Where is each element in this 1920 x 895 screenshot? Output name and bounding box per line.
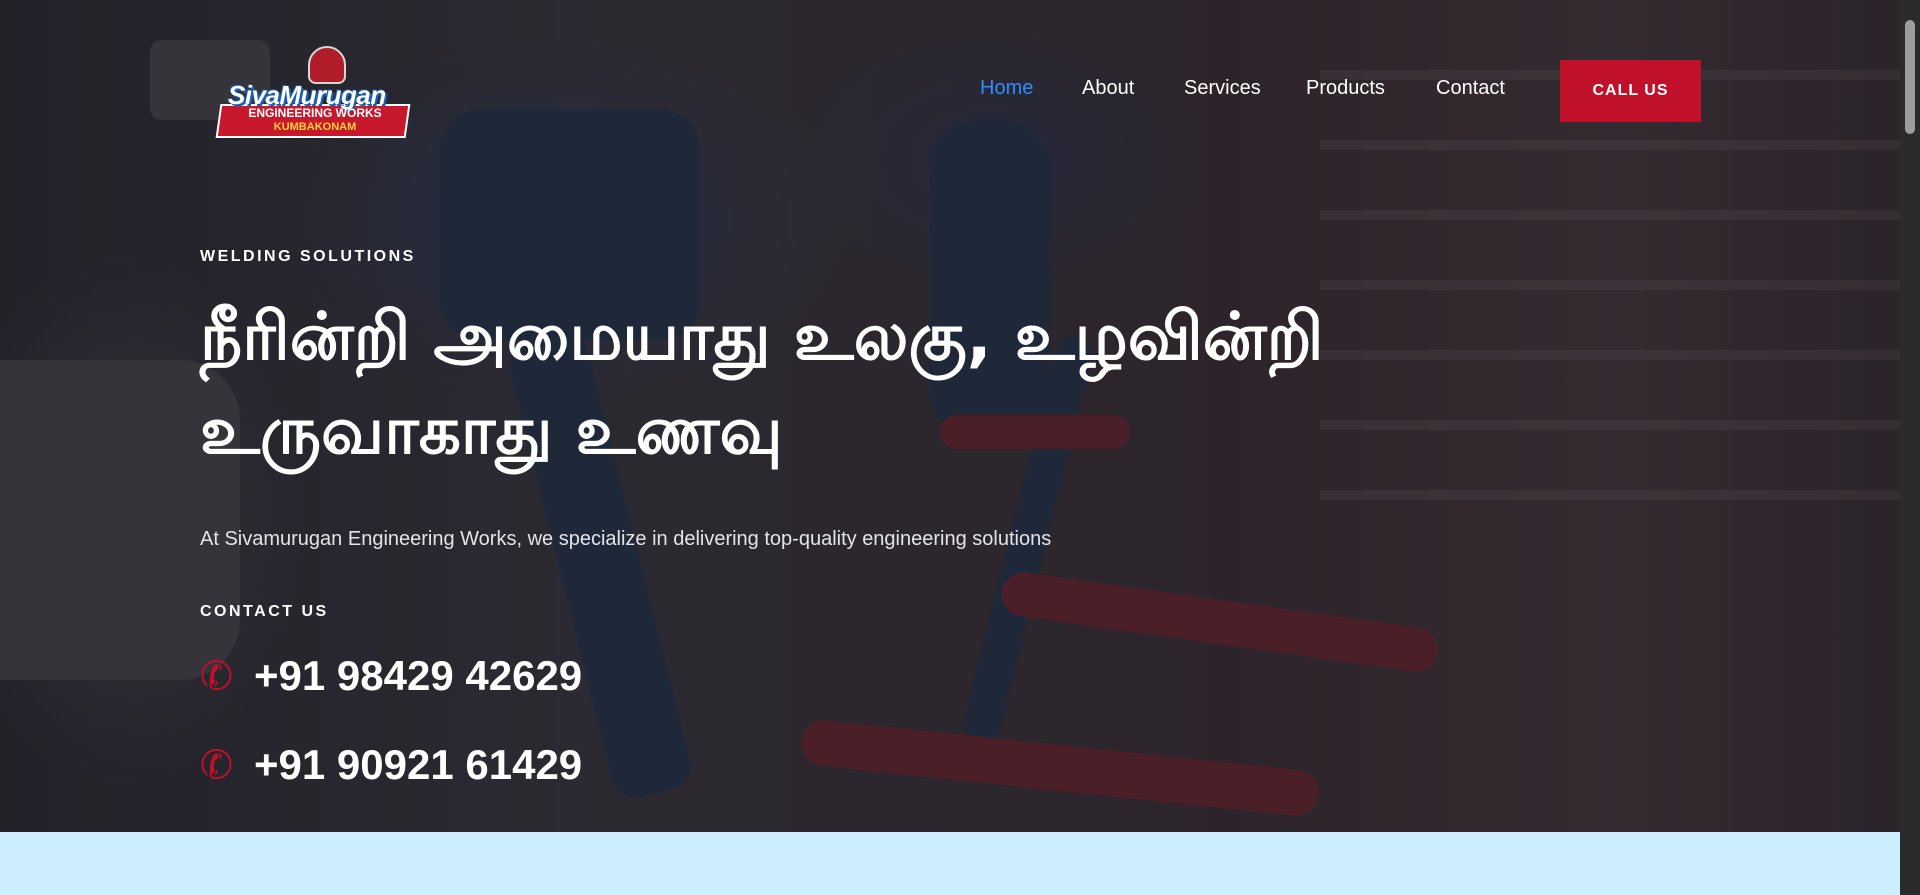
- scrollbar-thumb[interactable]: [1905, 20, 1915, 134]
- hero-headline: நீரின்றி அமையாது உலகு, உழவின்றி உருவாகாத…: [200, 298, 1324, 469]
- logo-location: KUMBAKONAM: [273, 121, 357, 133]
- contact-label: CONTACT US: [200, 603, 329, 620]
- phone-link-2[interactable]: ✆ +91 90921 61429: [196, 740, 582, 791]
- hero-subtitle: At Sivamurugan Engineering Works, we spe…: [200, 528, 1052, 550]
- call-us-button[interactable]: CALL US: [1560, 60, 1701, 122]
- phone-number[interactable]: +91 90921 61429: [254, 741, 582, 789]
- phone-icon: ✆: [196, 740, 238, 792]
- nav-contact[interactable]: Contact: [1436, 77, 1505, 100]
- nav-services[interactable]: Services: [1184, 77, 1261, 100]
- phone-link-1[interactable]: ✆ +91 98429 42629: [196, 651, 582, 702]
- page-scrollbar[interactable]: [1900, 0, 1920, 895]
- nav-about[interactable]: About: [1082, 77, 1134, 100]
- welder-icon: [308, 46, 346, 84]
- hero-eyebrow: WELDING SOLUTIONS: [200, 248, 416, 265]
- phone-icon: ✆: [196, 651, 238, 703]
- nav-home[interactable]: Home: [980, 77, 1033, 100]
- logo-tagline: ENGINEERING WORKS: [248, 106, 382, 120]
- next-section: [0, 832, 1900, 895]
- nav-products[interactable]: Products: [1306, 77, 1385, 100]
- brand-logo[interactable]: SivaMurugan ENGINEERING WORKS KUMBAKONAM: [215, 44, 414, 140]
- phone-number[interactable]: +91 98429 42629: [254, 652, 582, 700]
